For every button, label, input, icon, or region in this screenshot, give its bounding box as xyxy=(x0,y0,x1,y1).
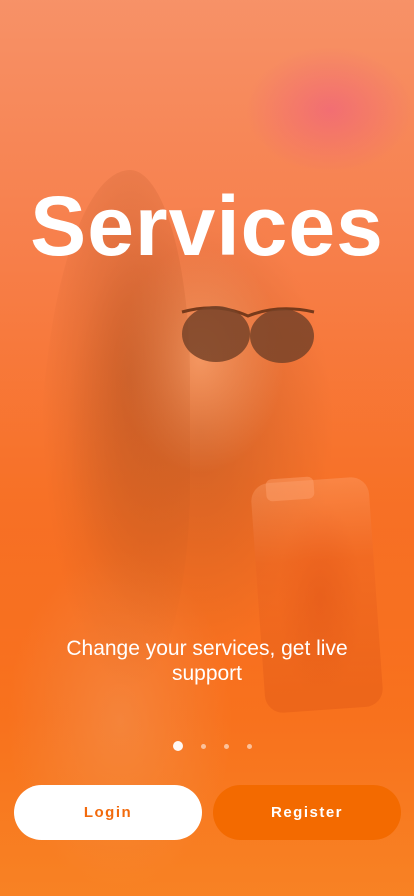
onboarding-screen: Services Change your services, get live … xyxy=(0,0,414,896)
page-subtitle: Change your services, get live support xyxy=(66,637,348,685)
login-button[interactable]: Login xyxy=(14,785,202,840)
page-title: Services xyxy=(30,179,384,273)
page-dot-3[interactable] xyxy=(223,743,229,749)
register-button[interactable]: Register xyxy=(213,785,401,840)
color-overlay xyxy=(0,0,414,896)
page-dot-1[interactable] xyxy=(172,741,183,751)
page-dot-4[interactable] xyxy=(246,743,252,749)
page-dot-2[interactable] xyxy=(200,743,206,749)
page-indicator xyxy=(0,741,414,751)
